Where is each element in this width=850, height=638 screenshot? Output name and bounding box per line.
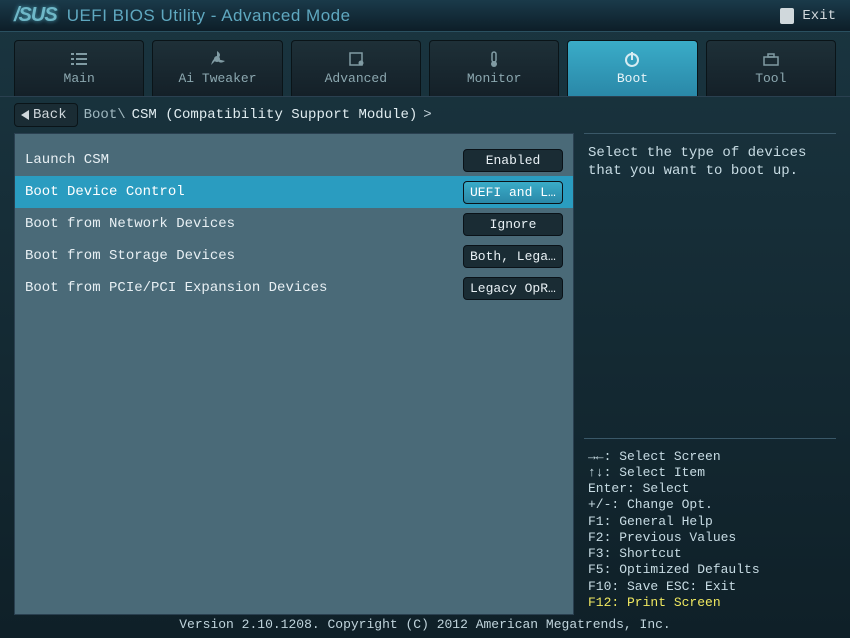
hint-line: F1: General Help bbox=[588, 514, 832, 530]
tab-label: Monitor bbox=[467, 71, 522, 86]
tab-monitor[interactable]: Monitor bbox=[429, 40, 559, 96]
hint-line: →←: Select Screen bbox=[588, 449, 832, 465]
tab-main[interactable]: Main bbox=[14, 40, 144, 96]
hint-line: F10: Save ESC: Exit bbox=[588, 579, 832, 595]
hint-line: +/-: Change Opt. bbox=[588, 497, 832, 513]
setting-value[interactable]: UEFI and L... bbox=[463, 181, 563, 204]
tab-label: Advanced bbox=[325, 71, 387, 86]
tab-tool[interactable]: Tool bbox=[706, 40, 836, 96]
exit-label: Exit bbox=[802, 8, 836, 24]
thermometer-icon bbox=[484, 51, 504, 67]
setting-value[interactable]: Both, Lega... bbox=[463, 245, 563, 268]
setting-row-launch-csm[interactable]: Launch CSM Enabled bbox=[15, 144, 573, 176]
setting-row-boot-network[interactable]: Boot from Network Devices Ignore bbox=[15, 208, 573, 240]
tab-boot[interactable]: Boot bbox=[567, 40, 697, 96]
breadcrumb: Back Boot\ CSM (Compatibility Support Mo… bbox=[0, 97, 850, 133]
hint-line: F2: Previous Values bbox=[588, 530, 832, 546]
back-button[interactable]: Back bbox=[14, 103, 78, 127]
hint-line: ↑↓: Select Item bbox=[588, 465, 832, 481]
settings-panel: Launch CSM Enabled Boot Device Control U… bbox=[14, 133, 574, 615]
setting-row-boot-device-control[interactable]: Boot Device Control UEFI and L... bbox=[15, 176, 573, 208]
list-icon bbox=[69, 51, 89, 67]
toolbox-icon bbox=[761, 51, 781, 67]
setting-value[interactable]: Ignore bbox=[463, 213, 563, 236]
setting-row-boot-storage[interactable]: Boot from Storage Devices Both, Lega... bbox=[15, 240, 573, 272]
tab-label: Main bbox=[64, 71, 95, 86]
exit-icon bbox=[780, 8, 794, 24]
app-title: UEFI BIOS Utility - Advanced Mode bbox=[67, 6, 351, 26]
chip-icon bbox=[346, 51, 366, 67]
footer-copyright: Version 2.10.1208. Copyright (C) 2012 Am… bbox=[0, 611, 850, 638]
breadcrumb-current: CSM (Compatibility Support Module) bbox=[132, 107, 418, 123]
back-arrow-icon bbox=[21, 110, 29, 120]
setting-label: Boot from PCIe/PCI Expansion Devices bbox=[25, 280, 327, 296]
setting-value[interactable]: Legacy OpR... bbox=[463, 277, 563, 300]
hint-line: F5: Optimized Defaults bbox=[588, 562, 832, 578]
chevron-right-icon: > bbox=[423, 107, 431, 123]
tab-ai-tweaker[interactable]: Ai Tweaker bbox=[152, 40, 282, 96]
tab-label: Ai Tweaker bbox=[178, 71, 256, 86]
help-text: Select the type of devices that you want… bbox=[584, 133, 836, 428]
setting-value[interactable]: Enabled bbox=[463, 149, 563, 172]
hint-highlight: F12: Print Screen bbox=[588, 595, 832, 611]
asus-logo: /SUS bbox=[14, 4, 57, 27]
setting-label: Boot Device Control bbox=[25, 184, 185, 200]
tab-label: Boot bbox=[617, 71, 648, 86]
setting-label: Boot from Storage Devices bbox=[25, 248, 235, 264]
content-area: Launch CSM Enabled Boot Device Control U… bbox=[0, 133, 850, 629]
setting-row-boot-pcie[interactable]: Boot from PCIe/PCI Expansion Devices Leg… bbox=[15, 272, 573, 304]
tab-advanced[interactable]: Advanced bbox=[291, 40, 421, 96]
breadcrumb-path: Boot\ bbox=[84, 107, 126, 123]
back-label: Back bbox=[33, 107, 67, 123]
setting-label: Boot from Network Devices bbox=[25, 216, 235, 232]
power-icon bbox=[622, 51, 642, 67]
key-hints: →←: Select Screen ↑↓: Select Item Enter:… bbox=[584, 438, 836, 616]
tab-label: Tool bbox=[755, 71, 786, 86]
hint-line: Enter: Select bbox=[588, 481, 832, 497]
title-bar: /SUS UEFI BIOS Utility - Advanced Mode E… bbox=[0, 0, 850, 32]
exit-button[interactable]: Exit bbox=[780, 8, 836, 24]
tab-bar: Main Ai Tweaker Advanced Monitor Boot To… bbox=[0, 32, 850, 97]
setting-label: Launch CSM bbox=[25, 152, 109, 168]
fan-icon bbox=[207, 51, 227, 67]
hint-line: F3: Shortcut bbox=[588, 546, 832, 562]
side-panel: Select the type of devices that you want… bbox=[584, 133, 836, 615]
